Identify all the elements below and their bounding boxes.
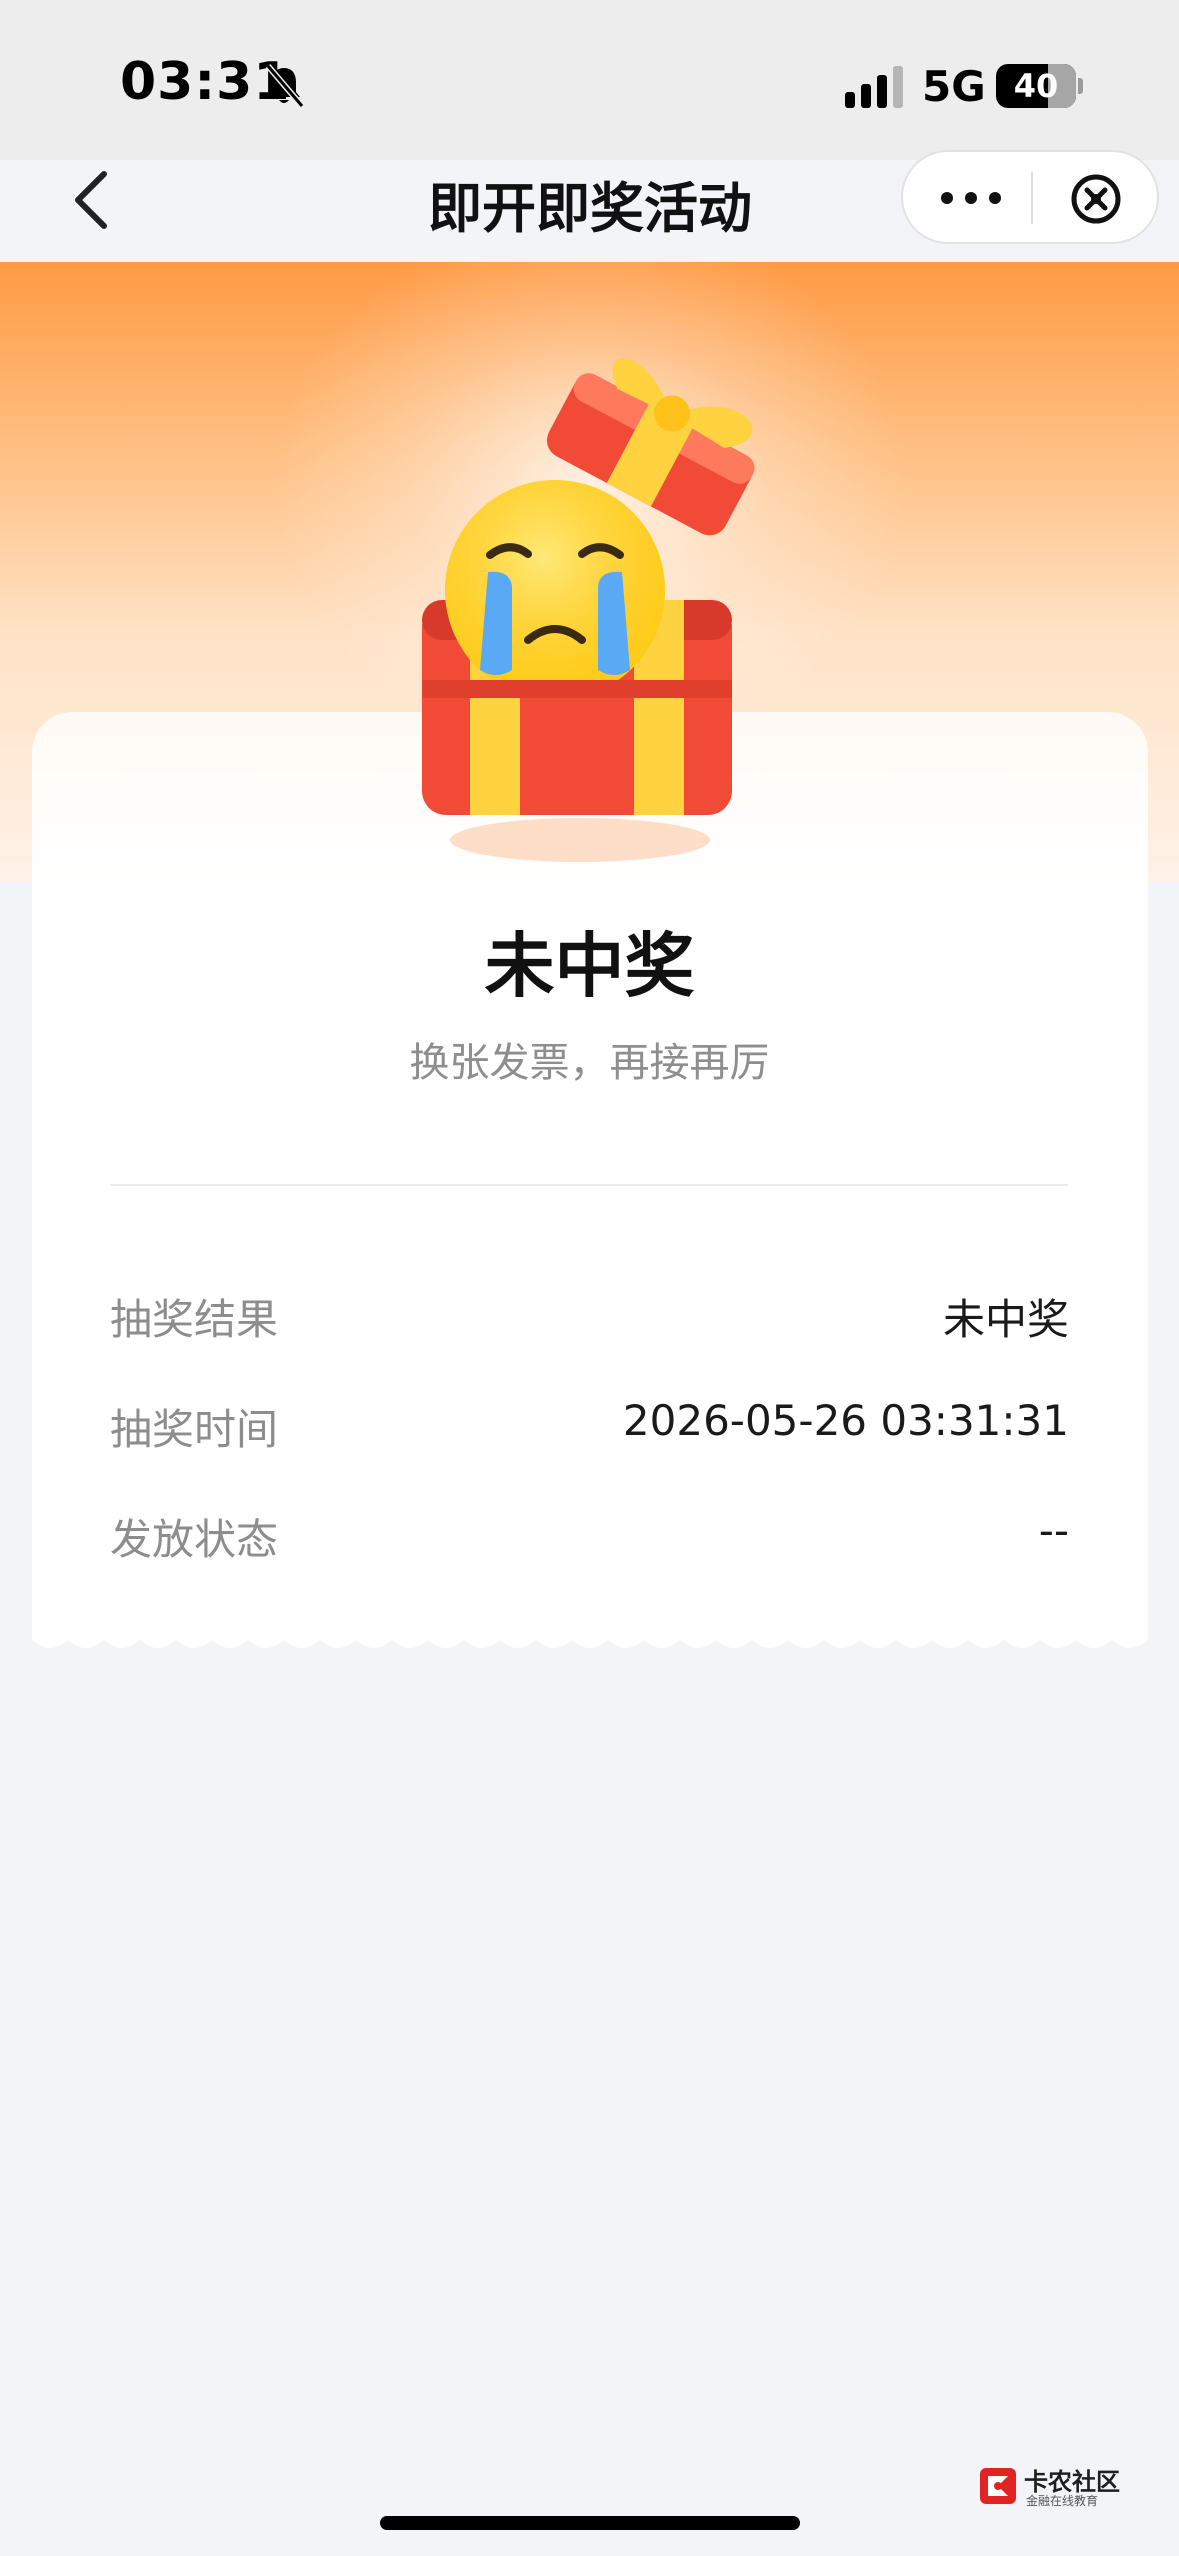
miniprogram-capsule <box>901 150 1159 244</box>
detail-label-time: 抽奖时间 <box>110 1405 279 1454</box>
more-icon[interactable] <box>933 176 1009 220</box>
close-icon[interactable] <box>1069 172 1123 226</box>
result-subtitle: 换张发票，再接再厉 <box>409 1040 770 1086</box>
sad-gift-box-illustration <box>422 358 755 862</box>
signal-icon <box>845 66 903 108</box>
page-title: 即开即奖活动 <box>428 177 752 240</box>
capsule-divider <box>1031 172 1033 224</box>
watermark-tagline: 金融在线教育 <box>1026 2494 1099 2508</box>
network-type: 5G <box>922 62 986 111</box>
detail-value-result: 未中奖 <box>942 1295 1069 1344</box>
battery-cap <box>1078 78 1083 94</box>
back-arrow-icon[interactable] <box>68 168 116 232</box>
detail-label-status: 发放状态 <box>110 1515 279 1564</box>
battery-icon: 40 <box>996 64 1076 108</box>
divider <box>110 1184 1068 1186</box>
detail-value-status: -- <box>1038 1506 1069 1555</box>
detail-label-result: 抽奖结果 <box>110 1295 279 1344</box>
bell-muted-icon <box>265 64 305 108</box>
detail-value-time: 2026-05-26 03:31:31 <box>622 1396 1069 1445</box>
card-scalloped-edge <box>32 1630 1148 1648</box>
watermark: 卡农社区 金融在线教育 <box>978 2462 1128 2512</box>
result-title: 未中奖 <box>484 925 695 1007</box>
home-indicator <box>380 2516 800 2530</box>
kanong-logo-icon <box>980 2468 1016 2504</box>
battery-level: 40 <box>1013 67 1059 105</box>
